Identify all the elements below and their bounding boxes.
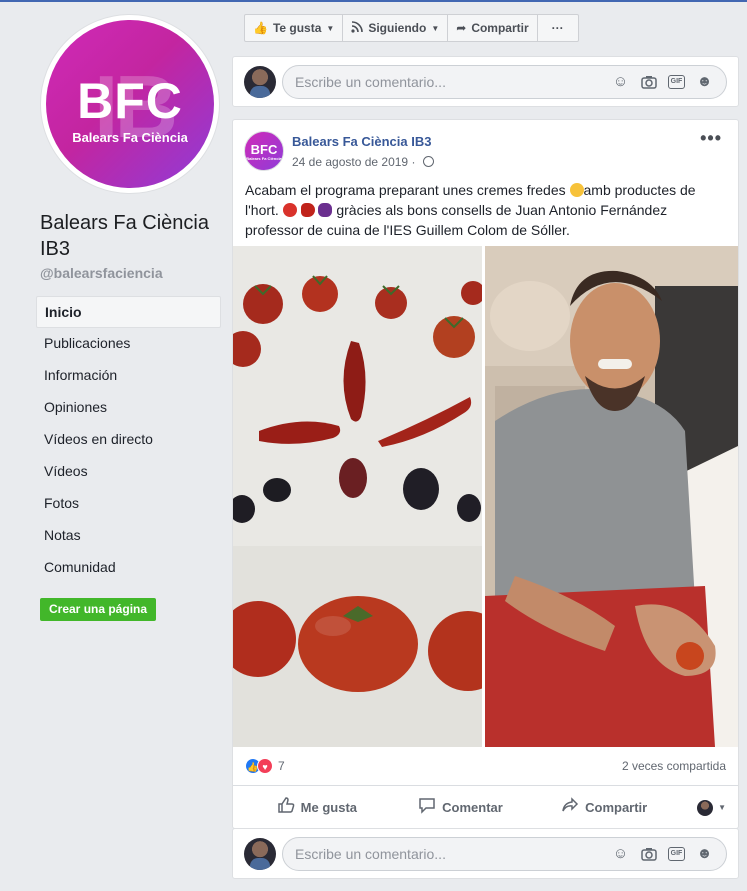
emoji-icon[interactable]: ☺: [611, 844, 630, 863]
like-button[interactable]: Me gusta: [245, 796, 389, 819]
user-avatar-mini: [697, 799, 714, 816]
share-page-label: Compartir: [471, 21, 529, 35]
comment-label: Comentar: [442, 800, 503, 815]
like-label: Me gusta: [300, 800, 357, 815]
avatar-logo-subtitle: Balears Fa Ciència: [246, 156, 282, 161]
nav-item-videos[interactable]: Vídeos: [36, 456, 221, 488]
emoji-icon[interactable]: ☺: [611, 72, 630, 91]
post-options-icon[interactable]: •••: [700, 128, 722, 149]
page-handle[interactable]: @balearsfaciencia: [40, 265, 163, 281]
nav-item-videos-directo[interactable]: Vídeos en directo: [36, 424, 221, 456]
share-button[interactable]: Compartir: [532, 796, 676, 819]
create-page-button[interactable]: Crear una página: [40, 598, 157, 621]
nav-item-publicaciones[interactable]: Publicaciones: [36, 328, 221, 360]
profile-picture[interactable]: IB BFC Balears Fa Ciència: [40, 14, 220, 194]
post-text: Acabam el programa preparant unes cremes…: [233, 180, 738, 244]
share-label: Compartir: [585, 800, 648, 815]
post-text-part1: Acabam el programa preparant unes cremes…: [245, 182, 570, 198]
camera-icon[interactable]: [639, 72, 658, 91]
comment-input[interactable]: [295, 845, 611, 862]
share-arrow-icon: ➦: [456, 21, 467, 35]
user-avatar[interactable]: [244, 65, 276, 98]
post-card: BFC Balears Fa Ciència Balears Fa Ciènci…: [232, 119, 739, 829]
share-arrow-icon: [561, 796, 579, 819]
comment-card-top: ☺ GIF ☻: [232, 56, 739, 107]
more-options-button[interactable]: ···: [537, 14, 579, 42]
like-page-label: Te gusta: [272, 21, 322, 35]
post-actions: Me gusta Comentar Compartir ▼: [245, 787, 726, 828]
camera-icon[interactable]: [639, 844, 658, 863]
sticker-icon[interactable]: ☻: [695, 844, 714, 863]
comment-input[interactable]: [295, 73, 611, 90]
like-page-button[interactable]: 👍 Te gusta ▼: [244, 14, 344, 42]
following-label: Siguiendo: [368, 21, 427, 35]
comment-box[interactable]: ☺ GIF ☻: [282, 64, 727, 99]
share-page-button[interactable]: ➦ Compartir: [448, 14, 538, 42]
nav-item-opiniones[interactable]: Opiniones: [36, 392, 221, 424]
rss-icon: [351, 20, 364, 36]
shares-count[interactable]: 2 veces compartida: [622, 759, 726, 773]
post-photos: [233, 246, 738, 747]
more-dots-icon: ···: [551, 21, 564, 35]
post-as-selector[interactable]: ▼: [676, 799, 727, 816]
post-author-avatar[interactable]: BFC Balears Fa Ciència: [244, 131, 284, 171]
user-avatar[interactable]: [244, 837, 276, 870]
reactions-summary[interactable]: 👍 ♥ 7: [245, 758, 285, 774]
avatar-logo-text: BFC: [250, 142, 278, 157]
gif-icon[interactable]: GIF: [667, 844, 686, 863]
chevron-down-icon: ▼: [718, 803, 727, 812]
page-title[interactable]: Balears Fa Ciència IB3: [40, 210, 230, 262]
nav-item-inicio[interactable]: Inicio: [36, 296, 221, 328]
post-date-text: 24 de agosto de 2019 ·: [292, 155, 419, 169]
gif-icon[interactable]: GIF: [667, 72, 686, 91]
nav-item-notas[interactable]: Notas: [36, 520, 221, 552]
reactions-count: 7: [278, 759, 285, 773]
post-author[interactable]: Balears Fa Ciència IB3: [292, 134, 431, 149]
vegetables-photo[interactable]: [233, 246, 482, 747]
logo-subtitle: Balears Fa Ciència: [72, 130, 188, 145]
nav-item-comunidad[interactable]: Comunidad: [36, 552, 221, 584]
sticker-icon[interactable]: ☻: [695, 72, 714, 91]
thumbs-up-outline-icon: [277, 796, 295, 819]
following-button[interactable]: Siguiendo ▼: [343, 14, 449, 42]
chef-photo[interactable]: [485, 246, 738, 747]
chevron-down-icon: ▼: [431, 23, 440, 33]
tomato-emoji-icon: [282, 203, 297, 217]
comment-box[interactable]: ☺ GIF ☻: [282, 836, 727, 871]
globe-icon: [422, 156, 434, 167]
page-actions-toolbar: 👍 Te gusta ▼ Siguiendo ▼ ➦ Compartir ···: [244, 14, 579, 42]
eggplant-emoji-icon: [318, 203, 333, 217]
love-reaction-icon: ♥: [257, 758, 273, 774]
page-nav: Inicio Publicaciones Información Opinion…: [36, 296, 221, 584]
chevron-down-icon: ▼: [326, 23, 335, 33]
smiling-face-emoji-icon: [569, 183, 584, 197]
thumbs-up-icon: 👍: [253, 21, 268, 35]
comment-button[interactable]: Comentar: [389, 796, 533, 819]
speech-bubble-icon: [418, 796, 436, 819]
comment-card-bottom: ☺ GIF ☻: [232, 828, 739, 879]
reactions-bar: 👍 ♥ 7 2 veces compartida: [233, 747, 738, 786]
top-bar: [0, 0, 747, 2]
nav-item-fotos[interactable]: Fotos: [36, 488, 221, 520]
nav-item-informacion[interactable]: Información: [36, 360, 221, 392]
hot-pepper-emoji-icon: [300, 203, 315, 217]
logo-text: BFC: [77, 73, 183, 129]
post-timestamp[interactable]: 24 de agosto de 2019 ·: [292, 155, 434, 169]
